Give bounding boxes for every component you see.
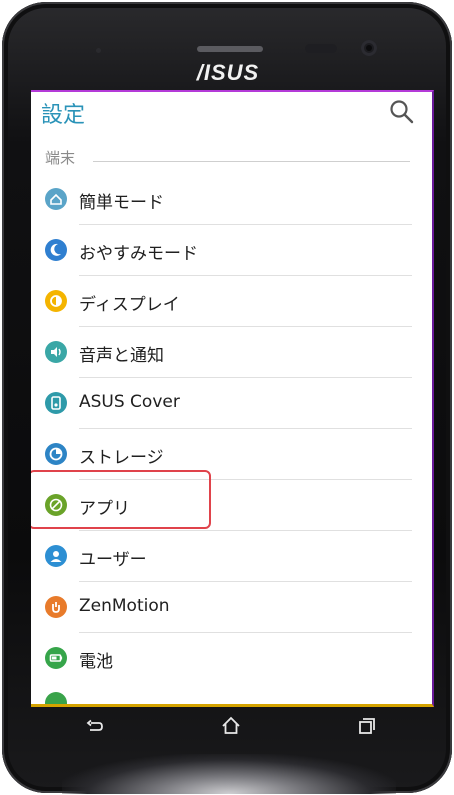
highlight-box bbox=[31, 470, 211, 529]
menu-item-display[interactable]: ディスプレイ bbox=[31, 276, 432, 327]
menu-item-sleep-mode[interactable]: おやすみモード bbox=[31, 225, 432, 276]
app-bar: 設定 bbox=[31, 92, 432, 134]
back-icon[interactable] bbox=[83, 714, 107, 738]
search-icon[interactable] bbox=[388, 98, 416, 126]
settings-screen: 設定 端末 簡単モード おやすみモード ディスプレイ 音声と通知 ASUS Co… bbox=[31, 90, 434, 707]
page-title: 設定 bbox=[41, 103, 86, 128]
menu-item-label: 音声と通知 bbox=[79, 346, 164, 366]
section-label-device: 端末 bbox=[45, 149, 76, 167]
section-divider bbox=[93, 161, 410, 162]
menu-item-label: ストレージ bbox=[79, 448, 164, 468]
zenmotion-icon bbox=[45, 596, 67, 618]
menu-item-easy-mode[interactable]: 簡単モード bbox=[31, 174, 432, 225]
menu-item-label: ユーザー bbox=[79, 550, 147, 570]
phone-chin bbox=[62, 754, 396, 794]
menu-item-label: おやすみモード bbox=[79, 244, 198, 264]
menu-item-label: 簡単モード bbox=[79, 193, 164, 213]
menu-item-label: 電池 bbox=[79, 652, 113, 672]
menu-item-label: ASUS Cover bbox=[79, 392, 180, 412]
home-icon[interactable] bbox=[219, 714, 243, 738]
easy-mode-icon bbox=[45, 188, 67, 210]
next-item-icon-partial bbox=[45, 692, 67, 704]
moon-icon bbox=[45, 239, 67, 261]
earpiece bbox=[197, 46, 263, 52]
navigation-bar bbox=[31, 708, 432, 744]
brand-logo: /ISUS bbox=[196, 60, 260, 85]
recents-icon[interactable] bbox=[355, 714, 379, 738]
proximity-sensor bbox=[305, 44, 337, 53]
menu-item-asus-cover[interactable]: ASUS Cover bbox=[31, 378, 432, 429]
sensor-dot bbox=[96, 48, 101, 53]
display-icon bbox=[45, 290, 67, 312]
sound-icon bbox=[45, 341, 67, 363]
battery-icon bbox=[45, 647, 67, 669]
user-icon bbox=[45, 545, 67, 567]
menu-item-users[interactable]: ユーザー bbox=[31, 531, 432, 582]
asus-cover-icon bbox=[45, 392, 67, 414]
menu-item-label: ディスプレイ bbox=[79, 295, 180, 315]
front-camera bbox=[361, 40, 377, 56]
menu-item-battery[interactable]: 電池 bbox=[31, 633, 432, 684]
menu-item-label: ZenMotion bbox=[79, 596, 170, 616]
menu-item-sound-notification[interactable]: 音声と通知 bbox=[31, 327, 432, 378]
menu-item-zenmotion[interactable]: ZenMotion bbox=[31, 582, 432, 633]
storage-icon bbox=[45, 443, 67, 465]
